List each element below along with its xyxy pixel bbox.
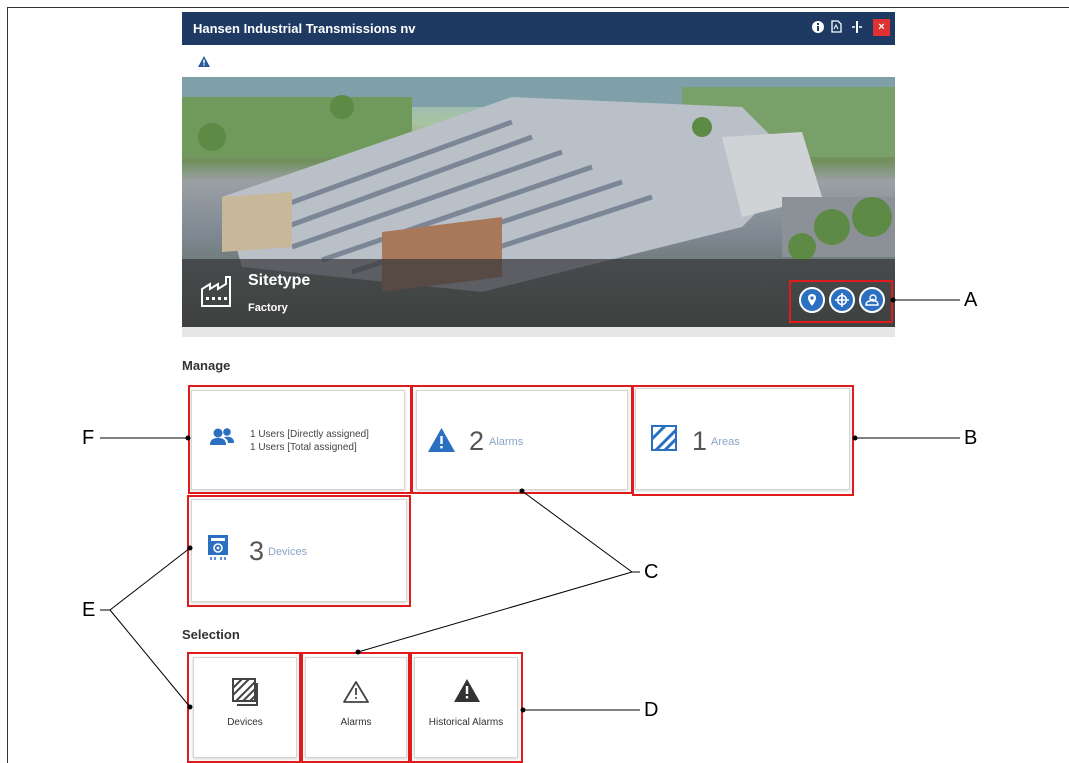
callout-label-c: C bbox=[644, 561, 659, 583]
callout-label-e: E bbox=[82, 599, 96, 621]
callout-lines bbox=[100, 297, 960, 713]
callout-label-a: A bbox=[964, 289, 978, 311]
callout-label-f: F bbox=[82, 427, 95, 449]
callout-label-d: D bbox=[644, 699, 659, 721]
callout-label-b: B bbox=[964, 427, 978, 449]
